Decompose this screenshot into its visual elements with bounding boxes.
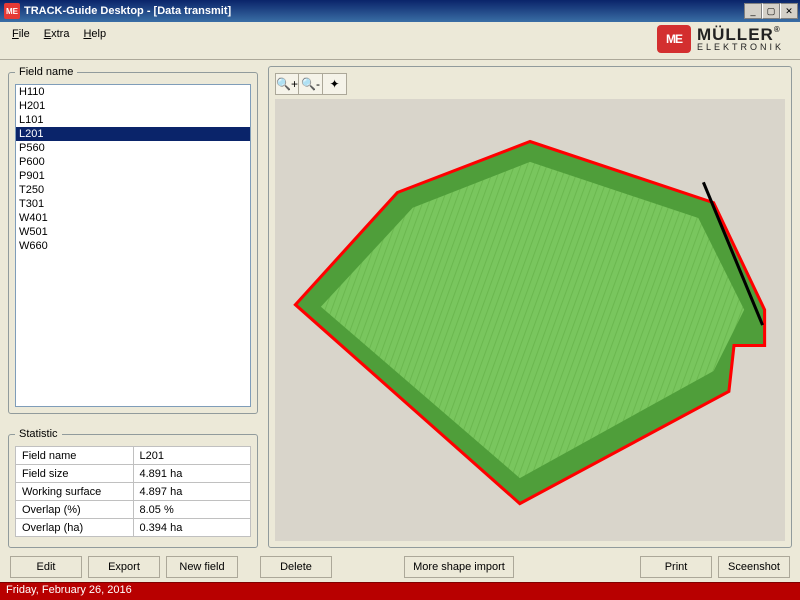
list-item[interactable]: W401: [16, 211, 250, 225]
screenshot-button[interactable]: Sceenshot: [718, 556, 790, 578]
list-item[interactable]: L101: [16, 113, 250, 127]
stat-label: Field name: [16, 447, 134, 465]
table-row: Field size4.891 ha: [16, 465, 251, 483]
stat-value: L201: [133, 447, 251, 465]
work-area: Field name H110H201L101L201P560P600P901T…: [0, 60, 800, 550]
close-button[interactable]: ✕: [780, 3, 798, 19]
stat-value: 0.394 ha: [133, 519, 251, 537]
moreshape-button[interactable]: More shape import: [404, 556, 514, 578]
fieldname-legend: Field name: [15, 66, 77, 78]
edit-button[interactable]: Edit: [10, 556, 82, 578]
list-item[interactable]: P600: [16, 155, 250, 169]
stat-value: 4.897 ha: [133, 483, 251, 501]
brand-sub: ELEKTRONIK: [697, 43, 784, 52]
left-column: Field name H110H201L101L201P560P600P901T…: [8, 66, 258, 548]
table-row: Working surface4.897 ha: [16, 483, 251, 501]
list-item[interactable]: P901: [16, 169, 250, 183]
zoom-out-icon[interactable]: 🔍-: [299, 73, 323, 95]
maximize-button[interactable]: ▢: [762, 3, 780, 19]
fieldname-group: Field name H110H201L101L201P560P600P901T…: [8, 66, 258, 414]
table-row: Overlap (%)8.05 %: [16, 501, 251, 519]
newfield-button[interactable]: New field: [166, 556, 238, 578]
stat-label: Field size: [16, 465, 134, 483]
list-item[interactable]: W501: [16, 225, 250, 239]
list-item[interactable]: H110: [16, 85, 250, 99]
menu-help[interactable]: Help: [83, 28, 106, 40]
list-item[interactable]: T250: [16, 183, 250, 197]
list-item[interactable]: L201: [16, 127, 250, 141]
print-button[interactable]: Print: [640, 556, 712, 578]
map-canvas[interactable]: [275, 99, 785, 541]
stat-value: 4.891 ha: [133, 465, 251, 483]
field-shape: [275, 99, 785, 541]
stat-label: Working surface: [16, 483, 134, 501]
statistic-group: Statistic Field nameL201Field size4.891 …: [8, 428, 258, 548]
menu-file[interactable]: File: [12, 28, 30, 40]
status-bar: Friday, February 26, 2016: [0, 582, 800, 600]
statistic-table: Field nameL201Field size4.891 haWorking …: [15, 446, 251, 537]
map-toolbar: 🔍+ 🔍- ✦: [275, 73, 785, 95]
list-item[interactable]: P560: [16, 141, 250, 155]
menu-bar: File Extra Help ME MÜLLER® ELEKTRONIK: [0, 22, 800, 60]
list-item[interactable]: W660: [16, 239, 250, 253]
map-panel: 🔍+ 🔍- ✦: [268, 66, 792, 548]
menu-extra[interactable]: Extra: [44, 28, 70, 40]
delete-button[interactable]: Delete: [260, 556, 332, 578]
brand-badge: ME: [657, 25, 691, 53]
stat-label: Overlap (ha): [16, 519, 134, 537]
window-title: TRACK-Guide Desktop - [Data transmit]: [24, 5, 744, 17]
minimize-button[interactable]: _: [744, 3, 762, 19]
button-row: Edit Export New field Delete More shape …: [0, 550, 800, 582]
table-row: Overlap (ha)0.394 ha: [16, 519, 251, 537]
export-button[interactable]: Export: [88, 556, 160, 578]
statistic-legend: Statistic: [15, 428, 62, 440]
brand-logo: ME MÜLLER® ELEKTRONIK: [657, 25, 784, 53]
title-bar: ME TRACK-Guide Desktop - [Data transmit]…: [0, 0, 800, 22]
status-date: Friday, February 26, 2016: [6, 584, 132, 596]
table-row: Field nameL201: [16, 447, 251, 465]
stat-value: 8.05 %: [133, 501, 251, 519]
list-item[interactable]: T301: [16, 197, 250, 211]
brand-name: MÜLLER®: [697, 26, 784, 43]
right-column: 🔍+ 🔍- ✦: [268, 66, 792, 548]
zoom-in-icon[interactable]: 🔍+: [275, 73, 299, 95]
list-item[interactable]: H201: [16, 99, 250, 113]
window-controls: _ ▢ ✕: [744, 3, 798, 19]
app-icon: ME: [4, 3, 20, 19]
zoom-extent-icon[interactable]: ✦: [323, 73, 347, 95]
field-listbox[interactable]: H110H201L101L201P560P600P901T250T301W401…: [15, 84, 251, 407]
stat-label: Overlap (%): [16, 501, 134, 519]
